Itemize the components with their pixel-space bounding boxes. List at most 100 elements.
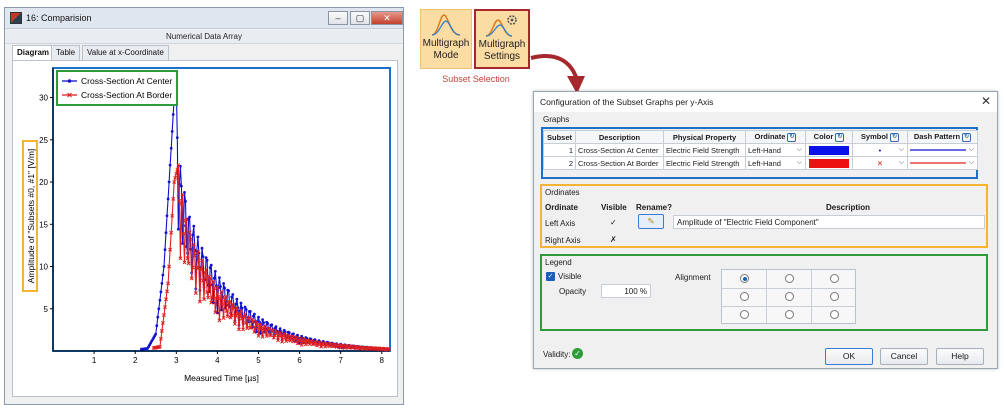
data-point [262,321,265,324]
data-point [162,265,166,268]
legend-visible-checkbox[interactable]: ✓ [546,272,555,281]
row2-ordinate: Left-Hand [748,158,781,168]
x-tick-label: 7 [338,356,343,365]
data-point [278,327,282,330]
row2-dash-select[interactable]: ⌵ [907,156,978,170]
tab-table[interactable]: Table [51,45,81,60]
refresh-icon[interactable]: ↻ [787,132,797,142]
align-middle-left-radio[interactable] [740,292,749,301]
data-point [235,297,239,301]
x-tick-label: 2 [133,356,138,365]
data-point [158,298,162,302]
x-tick-label: 5 [256,356,261,365]
data-point [274,325,278,328]
multigraph-mode-label1: Multigraph [422,38,470,49]
data-point [257,315,260,319]
x-tick-label: 1 [92,356,97,365]
align-top-center-radio[interactable] [785,274,794,283]
data-point [213,270,217,273]
data-point [188,215,192,219]
data-point [164,231,168,235]
help-button[interactable]: Help [936,348,984,365]
ok-button[interactable]: OK [825,348,873,365]
window-titlebar: 16: Comparision – ▢ ✕ [5,8,403,29]
data-point [163,248,167,252]
refresh-icon[interactable]: ↻ [835,132,845,142]
cancel-button[interactable]: Cancel [880,348,928,365]
data-point [200,246,204,250]
table-row: 1 Cross-Section At Center Electric Field… [543,143,978,157]
row2-symbol-select[interactable]: ✕ ⌵ [852,156,908,170]
align-bottom-right-radio[interactable] [830,310,839,319]
dialog-titlebar: Configuration of the Subset Graphs per y… [534,92,997,112]
chevron-down-icon: ⌵ [898,145,904,153]
col-dash-label: Dash Pattern [913,132,961,142]
refresh-icon[interactable]: ↻ [890,132,900,142]
data-point [170,130,174,133]
row1-ordinate: Left-Hand [748,145,781,155]
align-top-right-radio[interactable] [830,274,839,283]
minimize-button[interactable]: – [328,11,348,25]
row1-dash-line [910,148,966,151]
multigraph-settings-icon [485,15,517,37]
data-point [261,318,264,321]
row2-subset: 2 [543,156,576,170]
data-point [231,293,235,296]
multigraph-mode-button[interactable]: Multigraph Mode [420,9,472,69]
tab-value-at-x[interactable]: Value at x-Coordinate [82,45,169,60]
multigraph-settings-label2: Settings [483,51,521,62]
chevron-down-icon: ⌵ [796,145,802,153]
row2-color-cell[interactable] [805,156,853,170]
align-bottom-center-radio[interactable] [785,310,794,319]
left-axis-visible-check[interactable]: ✓ [610,218,617,227]
align-top-left-radio[interactable] [740,274,749,283]
data-point [156,315,160,319]
data-point [239,301,243,305]
row2-ordinate-select[interactable]: Left-Hand ⌵ [745,156,806,170]
y-tick-label: 20 [39,178,48,187]
data-point [243,305,247,309]
data-point [201,255,205,258]
row1-color-cell[interactable] [805,143,853,157]
close-button[interactable]: ✕ [371,11,403,25]
align-middle-center-radio[interactable] [785,292,794,301]
data-point [244,308,248,311]
ribbon-group-caption: Subset Selection [442,74,510,84]
align-middle-right-radio[interactable] [830,292,839,301]
multigraph-settings-button[interactable]: Multigraph Settings [474,9,530,69]
x-tick-label: 8 [380,356,385,365]
ord-header-rename: Rename? [636,203,673,212]
maximize-button[interactable]: ▢ [350,11,370,25]
data-point [234,302,238,306]
data-point [175,136,179,139]
multigraph-mode-icon [431,14,461,36]
legend-label: Cross-Section At Border [81,90,172,100]
tab-diagram[interactable]: Diagram [12,45,55,61]
legend-label: Cross-Section At Center [81,76,172,86]
y-axis-label: Amplitude of "Subsets #0, #1" [V/m] [26,149,36,284]
left-axis-label: Left Axis [545,219,576,228]
row1-ordinate-select[interactable]: Left-Hand ⌵ [745,143,806,157]
left-axis-description-input[interactable]: Amplitude of "Electric Field Component" [673,215,985,229]
rename-button[interactable]: ✎ [638,214,664,229]
refresh-icon[interactable]: ↻ [962,132,972,142]
dialog-close-icon[interactable]: ✕ [981,94,991,108]
y-tick-label: 25 [39,136,48,145]
right-axis-visible-check[interactable]: ✗ [610,235,617,244]
align-bottom-left-radio[interactable] [740,310,749,319]
data-point [155,324,159,328]
plot-panel: 1 2 3 4 5 6 7 8 5 10 15 20 25 30 Measured Time [µs] Amp… [12,60,398,397]
amplitude-chart: 1 2 3 4 5 6 7 8 5 10 15 20 25 30 Measured Time [µs] Amp… [22,67,391,383]
window-title: 16: Comparision [26,13,92,23]
data-point [219,285,222,288]
right-axis-label: Right Axis [545,236,581,245]
pencil-icon: ✎ [647,216,655,226]
opacity-input[interactable]: 100 % [601,284,651,298]
multigraph-mode-label2: Mode [433,50,459,61]
data-point [165,214,169,218]
row1-symbol-select[interactable]: • ⌵ [852,143,908,157]
x-tick-label: 6 [297,356,302,365]
row1-dash-select[interactable]: ⌵ [907,143,978,157]
col-subset: Subset [543,130,576,144]
legend-group-label: Legend [545,258,572,267]
